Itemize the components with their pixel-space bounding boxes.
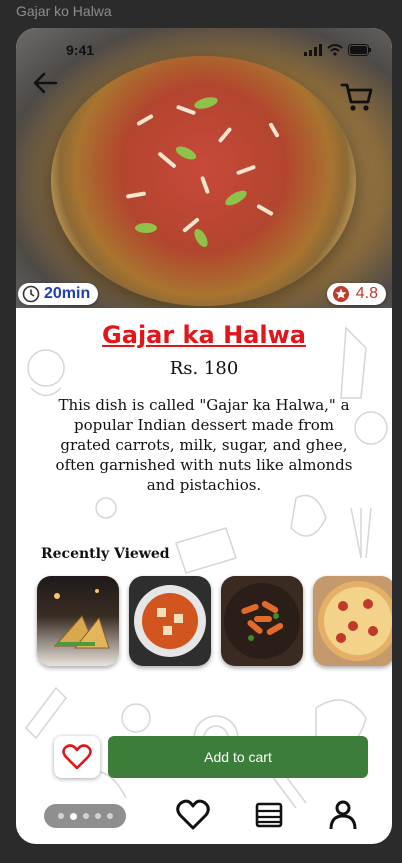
clock-icon (22, 285, 40, 303)
dish-price: Rs. 180 (169, 358, 239, 379)
rating-text: 4.8 (355, 285, 378, 302)
battery-icon (348, 44, 371, 56)
page-dot-active[interactable] (69, 812, 77, 820)
recently-viewed-list (37, 576, 392, 666)
prep-time-badge: 20min (18, 283, 99, 305)
prep-time-text: 20min (44, 285, 91, 302)
wifi-icon (327, 44, 343, 56)
favorite-button[interactable] (54, 736, 100, 778)
page-dot[interactable] (94, 813, 101, 819)
page-dot[interactable] (106, 813, 113, 819)
cart-icon[interactable] (340, 80, 374, 114)
nav-profile-icon[interactable] (326, 798, 360, 832)
sandwich-image[interactable] (37, 576, 119, 666)
phone-screen: 9:41 20min 4.8 Gajar ka Halwa Rs. 180 Th… (16, 28, 392, 844)
back-arrow-icon[interactable] (30, 68, 60, 98)
add-to-cart-button[interactable]: Add to cart (108, 736, 368, 778)
window-title: Gajar ko Halwa (16, 3, 112, 19)
dish-title: Gajar ka Halwa (102, 321, 306, 349)
rating-badge: 4.8 (326, 283, 386, 305)
page-indicator (44, 804, 126, 828)
page-dot[interactable] (57, 813, 64, 819)
star-icon (332, 286, 349, 302)
page-dot[interactable] (82, 813, 89, 819)
heart-icon (62, 744, 92, 770)
status-icons (304, 44, 372, 56)
recently-viewed-heading: Recently Viewed (41, 546, 170, 562)
nav-favorites-heart-icon[interactable] (176, 798, 210, 832)
penne-pasta-image[interactable] (221, 576, 303, 666)
paneer-curry-image[interactable] (129, 576, 211, 666)
status-time: 9:41 (66, 42, 95, 58)
dish-description: This dish is called "Gajar ka Halwa," a … (55, 396, 353, 494)
nav-menu-list-icon[interactable] (252, 798, 286, 832)
nut-garnish (126, 97, 279, 248)
signal-icon (304, 44, 322, 56)
dish-hero-image: 9:41 20min 4.8 (16, 28, 392, 308)
pizza-image[interactable] (313, 576, 392, 666)
